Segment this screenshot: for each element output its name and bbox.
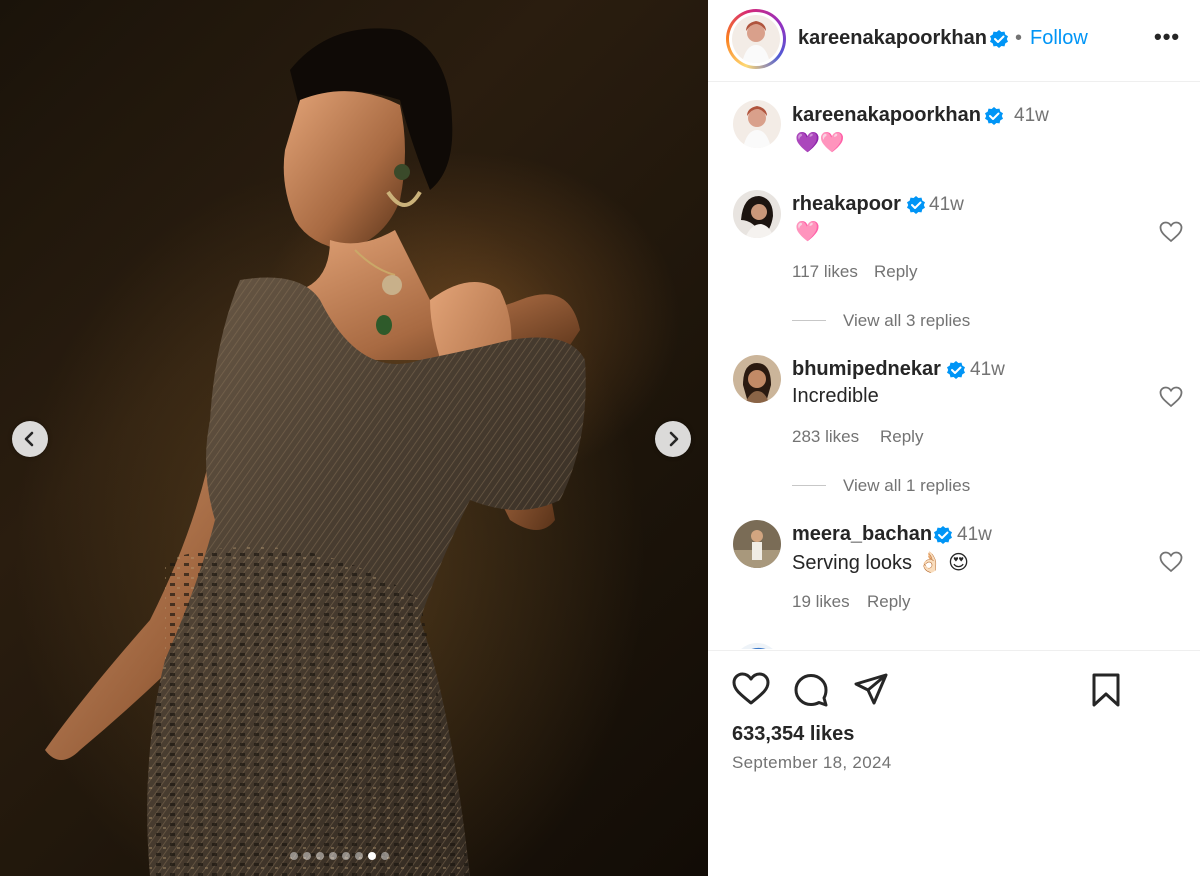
comment-bubble-icon[interactable] [793,672,829,708]
chevron-left-icon [24,431,34,447]
verified-badge-icon [947,361,965,379]
heart-outline-icon[interactable] [1159,551,1183,573]
comment-likes[interactable]: 117 likes [792,262,858,282]
divider [792,320,826,321]
post-side-panel: kareenakapoorkhan • Follow ••• kareenaka… [708,0,1200,876]
carousel-dot [355,852,363,860]
carousel-prev-button[interactable] [12,421,48,457]
comment-time: 41w [957,524,992,545]
view-replies-button[interactable]: View all 3 replies [843,311,970,331]
caption-time: 41w [1014,105,1049,126]
carousel-dot [342,852,350,860]
avatar [732,15,780,63]
carousel-dot [381,852,389,860]
comment-username[interactable]: meera_bachan [792,523,932,546]
caption-avatar[interactable] [733,100,781,148]
comment-likes[interactable]: 283 likes [792,427,859,447]
post-media [0,0,708,876]
more-options-icon[interactable]: ••• [1154,24,1180,50]
comment-time: 41w [929,194,964,215]
divider [792,485,826,486]
chevron-right-icon [669,431,679,447]
carousel-dot [316,852,324,860]
post-header: kareenakapoorkhan • Follow ••• [708,0,1200,82]
carousel-dot [368,852,376,860]
verified-badge-icon [934,526,952,544]
comment-avatar[interactable] [733,190,781,238]
carousel-next-button[interactable] [655,421,691,457]
likes-count[interactable]: 633,354 likes [732,723,854,746]
header-separator: • [1015,27,1023,49]
verified-badge-icon [985,107,1003,125]
comment-avatar[interactable] [733,520,781,568]
comments-list[interactable]: kareenakapoorkhan 41w 💜🩷 rheakapoor 41w … [708,83,1200,649]
author-username[interactable]: kareenakapoorkhan [798,27,987,50]
carousel-dot [329,852,337,860]
paper-plane-icon[interactable] [853,672,889,708]
reply-button[interactable]: Reply [880,427,923,447]
comment-avatar[interactable] [733,643,781,649]
view-replies-button[interactable]: View all 1 replies [843,476,970,496]
verified-badge-icon [990,30,1008,48]
comment-username[interactable]: bhumipednekar [792,358,941,381]
comment-text: 🩷 [795,221,820,243]
post-date: September 18, 2024 [732,753,892,772]
verified-badge-icon [907,196,925,214]
comment-time: 41w [970,359,1005,380]
follow-button[interactable]: Follow [1030,27,1088,50]
heart-outline-icon[interactable] [1159,221,1183,243]
carousel-dot [290,852,298,860]
post-photo [45,28,586,876]
action-bar: 633,354 likes September 18, 2024 [708,650,1200,876]
carousel-dot [303,852,311,860]
comment-text: Serving looks 👌🏻 😍 [792,552,969,574]
heart-outline-icon[interactable] [732,672,770,706]
bookmark-icon[interactable] [1091,672,1121,708]
caption-text: 💜🩷 [795,132,845,154]
comment-username[interactable]: rheakapoor [792,193,901,216]
reply-button[interactable]: Reply [874,262,917,282]
carousel-indicator [290,852,389,860]
comment-likes[interactable]: 19 likes [792,592,850,612]
comment-text: Incredible [792,385,879,407]
reply-button[interactable]: Reply [867,592,910,612]
caption-username[interactable]: kareenakapoorkhan [792,104,981,127]
heart-outline-icon[interactable] [1159,386,1183,408]
comment-avatar[interactable] [733,355,781,403]
story-ring[interactable] [726,9,786,69]
